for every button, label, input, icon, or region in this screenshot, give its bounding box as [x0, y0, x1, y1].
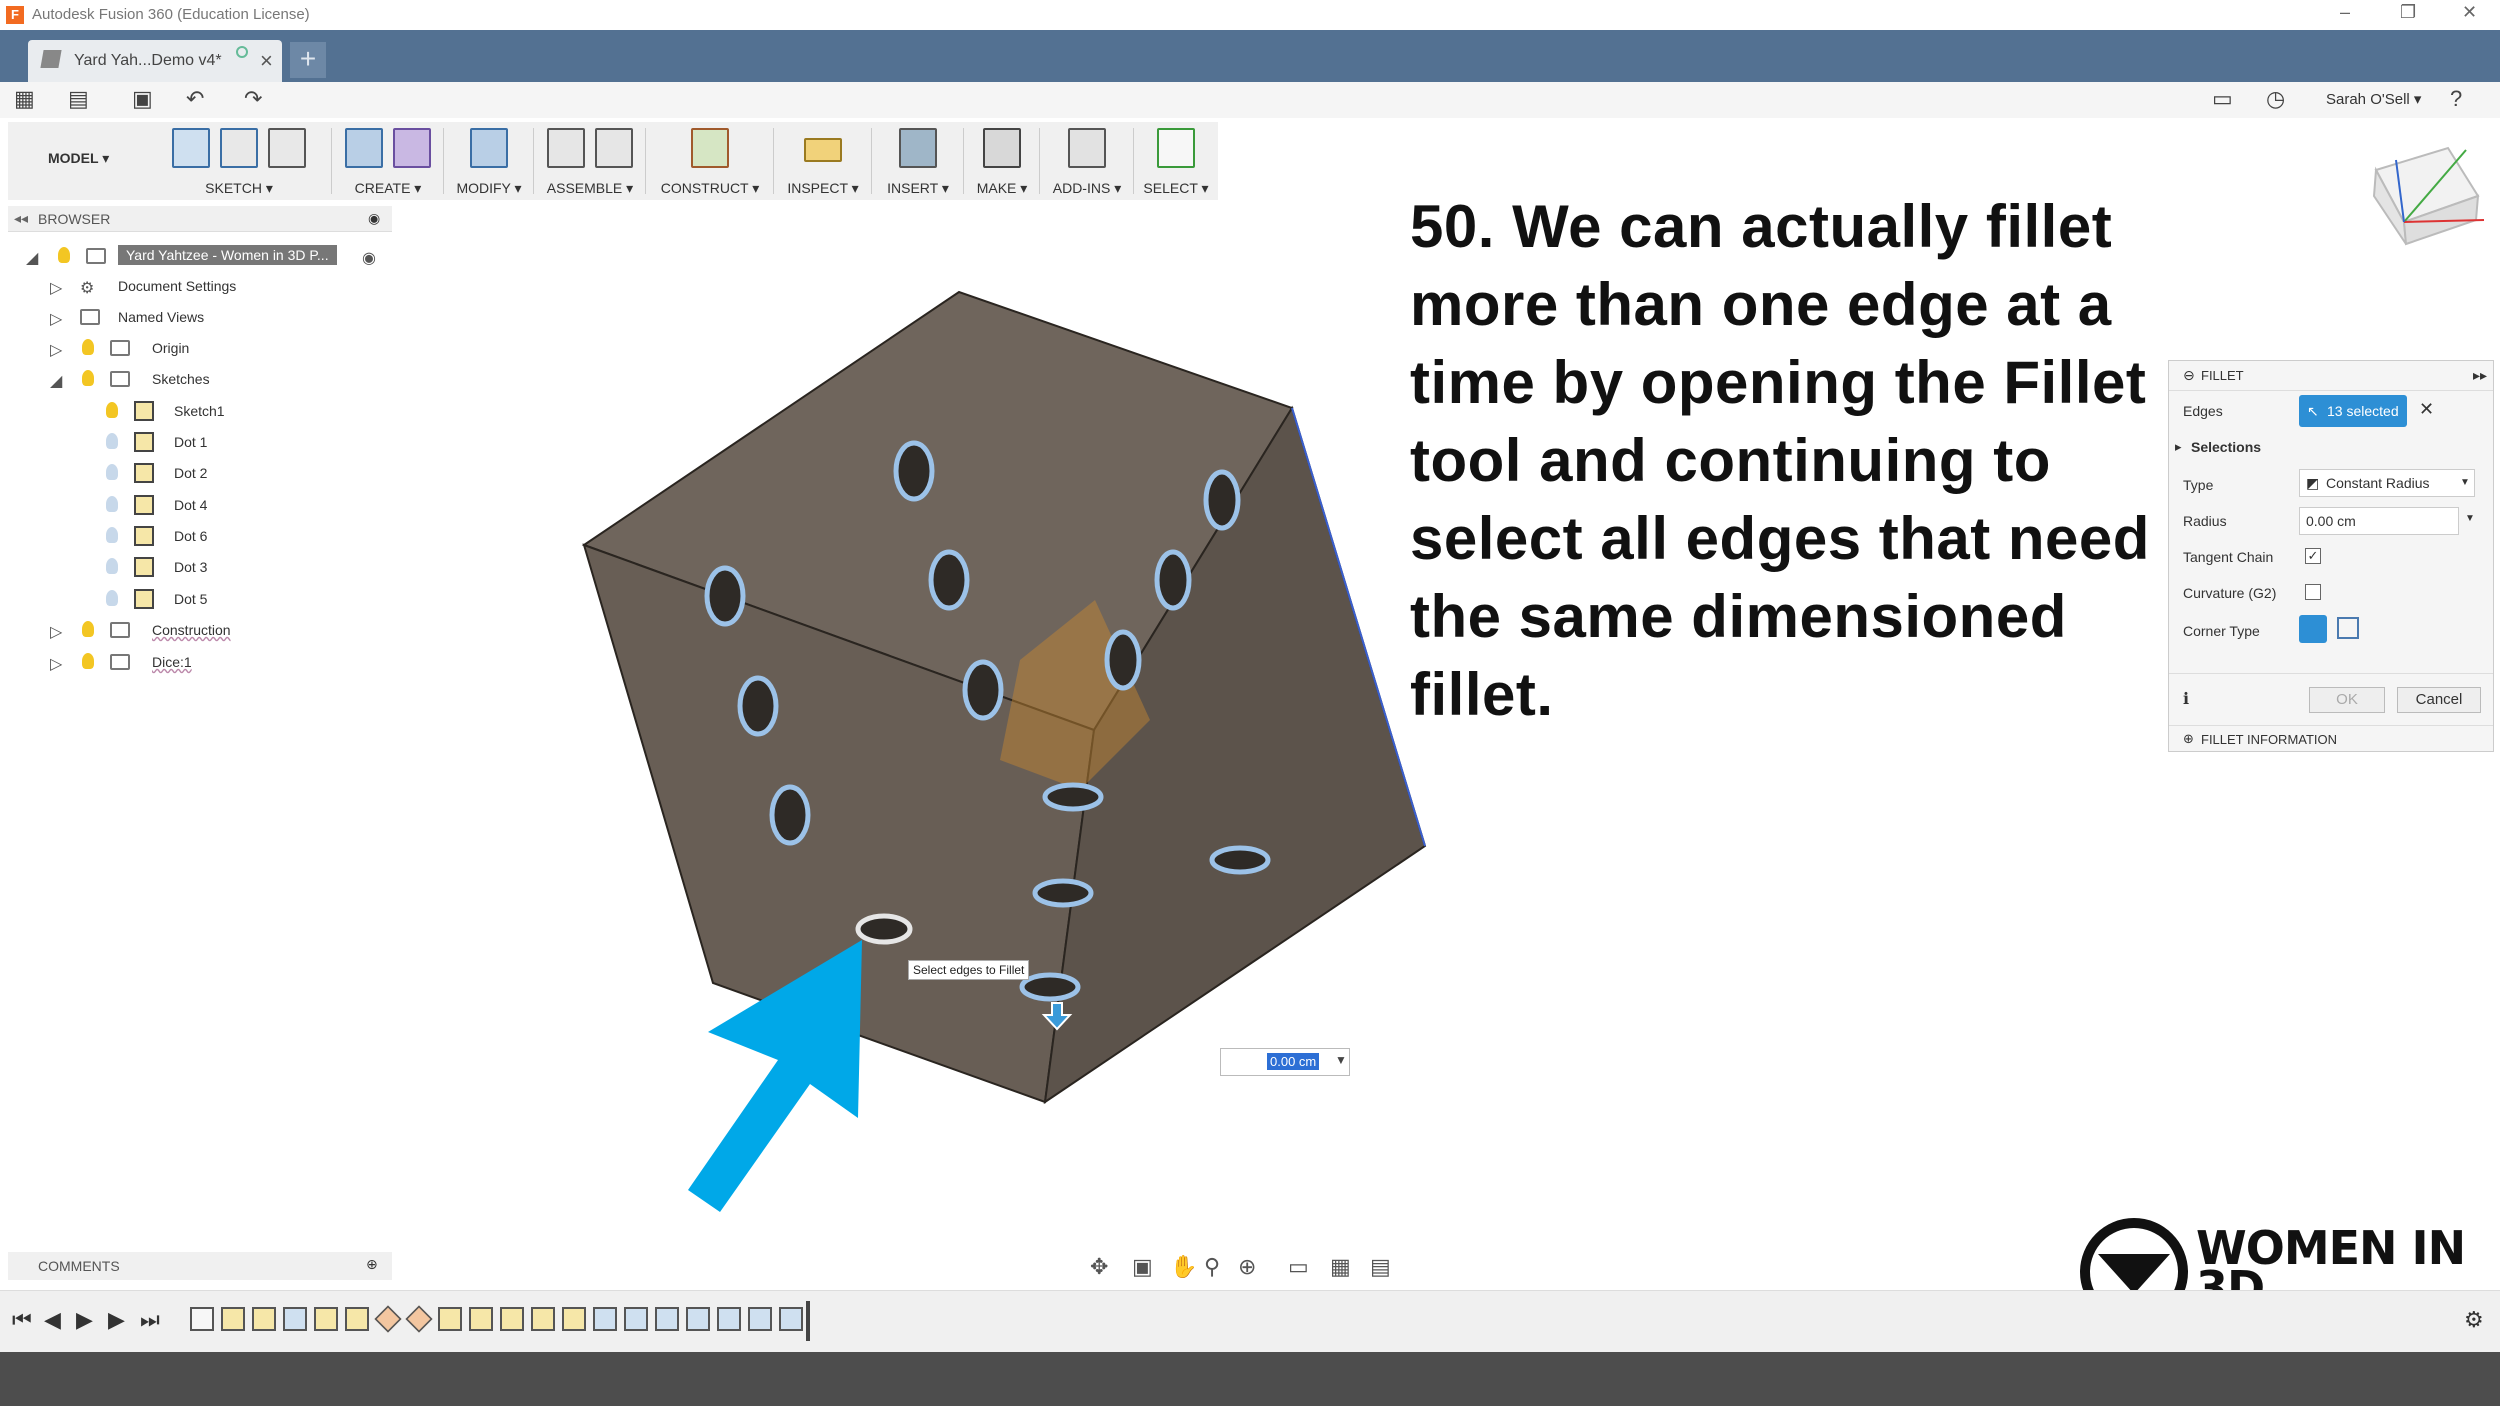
info-icon[interactable]: ℹ [2183, 689, 2189, 709]
timeline-feature[interactable] [779, 1307, 803, 1331]
collapse-triangle-icon[interactable]: ▸ [2175, 439, 2182, 455]
curvature-label: Curvature (G2) [2183, 585, 2277, 601]
info-expand-icon[interactable]: ⊕ [2183, 731, 2194, 747]
corner-type-label: Corner Type [2183, 623, 2260, 639]
pip [962, 659, 1004, 721]
tangent-chain-label: Tangent Chain [2183, 549, 2274, 565]
curvature-checkbox[interactable] [2305, 584, 2321, 600]
clear-selection-icon[interactable]: ✕ [2419, 399, 2434, 420]
edges-selection-button[interactable]: ↖ 13 selected [2299, 395, 2407, 427]
timeline-settings-icon[interactable]: ⚙ [2464, 1307, 2484, 1333]
timeline-feature[interactable] [748, 1307, 772, 1331]
pip [928, 549, 970, 611]
pan-icon[interactable]: ✋ [1170, 1254, 1197, 1280]
chevron-down-icon[interactable]: ▼ [2465, 513, 2475, 524]
bottom-strip [0, 1352, 2500, 1406]
pip [704, 565, 746, 627]
expand-panel-icon[interactable]: ▸▸ [2473, 367, 2487, 384]
look-at-icon[interactable]: ▣ [1132, 1254, 1153, 1280]
instruction-text: 50. We can actually fillet more than one… [1410, 193, 2150, 728]
rolling-ball-corner-icon[interactable] [2299, 615, 2327, 643]
timeline-feature[interactable] [405, 1305, 433, 1333]
timeline-feature[interactable] [469, 1307, 493, 1331]
pip [1019, 972, 1081, 1002]
timeline-feature[interactable] [221, 1307, 245, 1331]
play-icon[interactable]: ▶ [76, 1307, 93, 1333]
timeline-feature[interactable] [314, 1307, 338, 1331]
cursor-icon: ↖ [2307, 403, 2319, 419]
fillet-icon: ⊖ [2183, 367, 2195, 383]
comments-panel[interactable]: COMMENTS ⊕ [8, 1252, 392, 1280]
timeline-marker[interactable] [806, 1301, 810, 1341]
timeline-feature[interactable] [252, 1307, 276, 1331]
constant-radius-icon: ◩ [2306, 475, 2320, 491]
add-comment-icon[interactable]: ⊕ [366, 1256, 378, 1273]
fillet-header: ⊖ FILLET ▸▸ [2169, 361, 2493, 391]
fillet-panel: ⊖ FILLET ▸▸ Edges ↖ 13 selected ✕ ▸ Sele… [2168, 360, 2494, 752]
timeline-feature[interactable] [624, 1307, 648, 1331]
chevron-down-icon: ▼ [2460, 477, 2470, 488]
timeline-feature[interactable] [438, 1307, 462, 1331]
go-to-end-icon[interactable]: ⏭ [140, 1307, 160, 1333]
timeline-feature[interactable] [562, 1307, 586, 1331]
radius-input[interactable]: 0.00 cm [2299, 507, 2459, 535]
edges-label: Edges [2183, 403, 2223, 419]
zoom-icon[interactable]: ⚲ [1204, 1254, 1220, 1280]
timeline-feature[interactable] [717, 1307, 741, 1331]
tangent-chain-checkbox[interactable]: ✓ [2305, 548, 2321, 564]
pip [1042, 782, 1104, 812]
go-to-start-icon[interactable]: ⏮ [12, 1307, 32, 1333]
step-back-icon[interactable]: ◀ [44, 1307, 61, 1333]
pip [1104, 629, 1142, 691]
timeline-feature[interactable] [531, 1307, 555, 1331]
timeline-feature[interactable] [500, 1307, 524, 1331]
pip [1203, 469, 1241, 531]
pip [737, 675, 779, 737]
timeline-feature[interactable] [593, 1307, 617, 1331]
grid-settings-icon[interactable]: ▦ [1330, 1254, 1351, 1280]
type-dropdown[interactable]: ◩ Constant Radius ▼ [2299, 469, 2475, 497]
timeline-feature[interactable] [686, 1307, 710, 1331]
hovered-pip [855, 913, 913, 945]
setback-corner-icon[interactable] [2337, 617, 2359, 639]
timeline-feature[interactable] [345, 1307, 369, 1331]
dimension-value[interactable]: 0.00 cm [1267, 1053, 1320, 1070]
ok-button[interactable]: OK [2309, 687, 2385, 713]
fillet-title: FILLET [2201, 368, 2244, 383]
fillet-tooltip: Select edges to Fillet [908, 960, 1030, 980]
pip [1209, 845, 1271, 875]
pip [1154, 549, 1192, 611]
pip [893, 440, 935, 502]
comments-label: COMMENTS [38, 1258, 120, 1274]
timeline: ⏮ ◀ ▶ ▶ ⏭ ⚙ [0, 1290, 2500, 1352]
display-settings-icon[interactable]: ▭ [1288, 1254, 1309, 1280]
selection-count: 13 selected [2327, 403, 2399, 419]
view-cube-icon [2372, 146, 2485, 246]
timeline-feature[interactable] [190, 1307, 214, 1331]
chevron-down-icon[interactable]: ▼ [1335, 1053, 1347, 1067]
cancel-button[interactable]: Cancel [2397, 687, 2481, 713]
fillet-information-label[interactable]: FILLET INFORMATION [2201, 732, 2337, 747]
pip [1032, 878, 1094, 908]
radius-label: Radius [2183, 513, 2227, 529]
radius-dimension-input[interactable]: 0.00 cm ▼ [1220, 1048, 1350, 1076]
timeline-feature[interactable] [283, 1307, 307, 1331]
step-forward-icon[interactable]: ▶ [108, 1307, 125, 1333]
pip [769, 784, 811, 846]
selections-label: Selections [2191, 439, 2262, 455]
timeline-feature[interactable] [655, 1307, 679, 1331]
timeline-feature[interactable] [374, 1305, 402, 1333]
fit-icon[interactable]: ⊕ [1238, 1254, 1256, 1280]
type-label: Type [2183, 477, 2214, 493]
orbit-icon[interactable]: ✥ [1090, 1254, 1108, 1280]
viewports-icon[interactable]: ▤ [1370, 1254, 1391, 1280]
type-value: Constant Radius [2326, 475, 2430, 491]
